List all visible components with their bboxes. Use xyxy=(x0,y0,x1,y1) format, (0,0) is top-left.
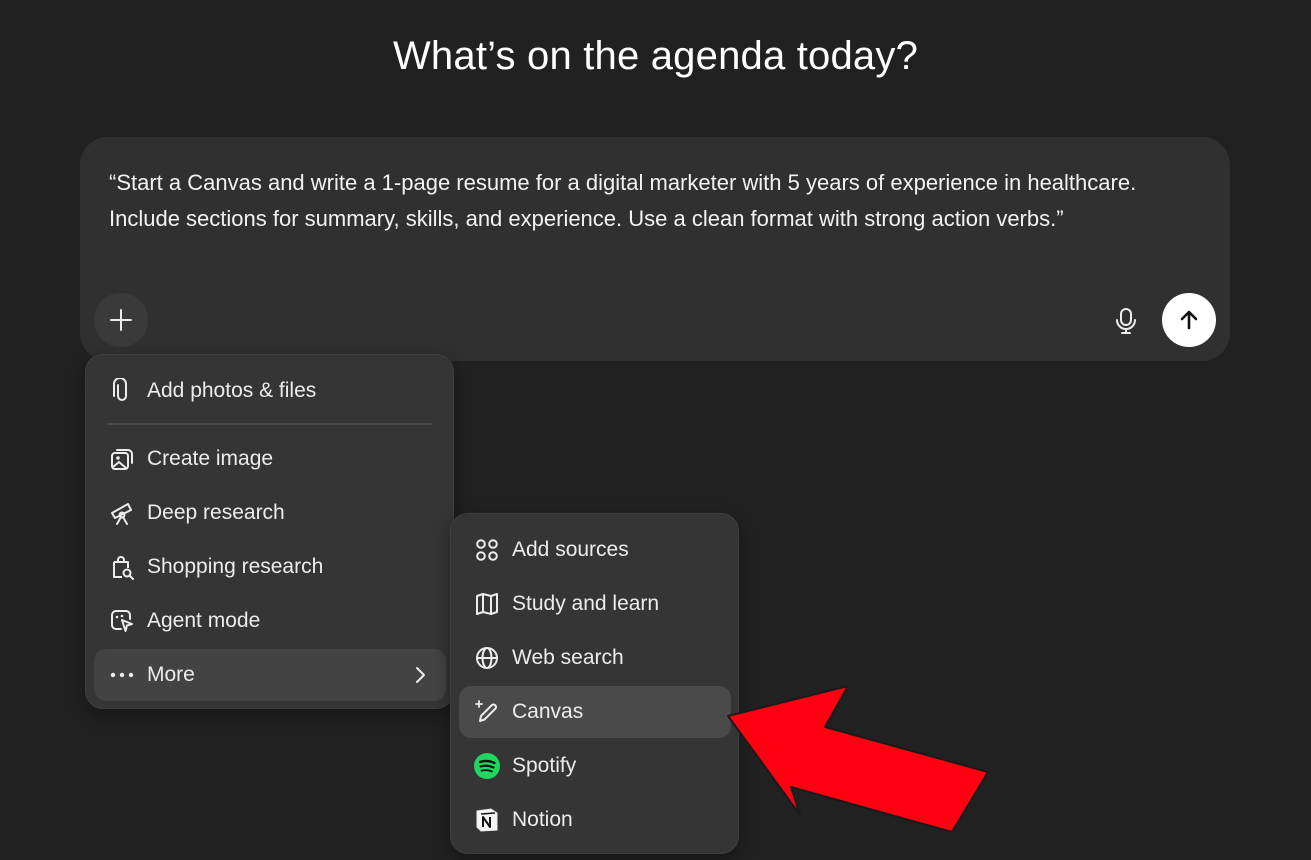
submenu-item-label: Web search xyxy=(512,646,624,669)
menu-item-label: Add photos & files xyxy=(147,379,317,402)
shopping-bag-icon xyxy=(108,553,136,581)
page-title: What’s on the agenda today? xyxy=(392,34,919,78)
menu-item-add-photos-files[interactable]: Add photos & files xyxy=(94,365,446,417)
chat-home: What’s on the agenda today? “Start a Can… xyxy=(0,0,1311,860)
menu-divider xyxy=(108,423,432,425)
submenu-item-canvas[interactable]: Canvas xyxy=(459,686,731,738)
menu-item-label: Deep research xyxy=(147,501,285,524)
more-submenu: Add sources Study and learn Web search C… xyxy=(450,513,739,854)
menu-item-shopping-research[interactable]: Shopping research xyxy=(94,541,446,593)
menu-item-deep-research[interactable]: Deep research xyxy=(94,487,446,539)
chat-composer[interactable]: “Start a Canvas and write a 1-page resum… xyxy=(80,137,1230,361)
submenu-item-label: Spotify xyxy=(512,754,577,777)
send-button[interactable] xyxy=(1162,293,1216,347)
notion-icon xyxy=(473,806,501,834)
book-icon xyxy=(473,590,501,618)
add-button[interactable] xyxy=(94,293,148,347)
menu-item-label: Create image xyxy=(147,447,274,470)
telescope-icon xyxy=(108,499,136,527)
submenu-item-label: Add sources xyxy=(512,538,629,561)
submenu-item-spotify[interactable]: Spotify xyxy=(459,740,731,792)
submenu-item-add-sources[interactable]: Add sources xyxy=(459,524,731,576)
submenu-item-label: Canvas xyxy=(512,700,584,723)
menu-item-label: Shopping research xyxy=(147,555,324,578)
menu-item-agent-mode[interactable]: Agent mode xyxy=(94,595,446,647)
menu-item-label: More xyxy=(147,663,195,686)
prompt-input[interactable]: “Start a Canvas and write a 1-page resum… xyxy=(109,165,1199,237)
arrow-up-icon xyxy=(1180,310,1198,330)
submenu-item-label: Study and learn xyxy=(512,592,660,615)
submenu-item-notion[interactable]: Notion xyxy=(459,794,731,846)
submenu-item-label: Notion xyxy=(512,808,573,831)
submenu-item-study-and-learn[interactable]: Study and learn xyxy=(459,578,731,630)
submenu-item-web-search[interactable]: Web search xyxy=(459,632,731,684)
paperclip-icon xyxy=(108,377,136,405)
dictate-button[interactable] xyxy=(1108,299,1144,343)
menu-item-create-image[interactable]: Create image xyxy=(94,433,446,485)
ellipsis-icon xyxy=(108,661,136,689)
plus-icon xyxy=(110,309,132,331)
chevron-right-icon xyxy=(416,667,425,683)
pencil-sparkle-icon xyxy=(473,698,501,726)
sources-icon xyxy=(473,536,501,564)
spotify-icon xyxy=(473,752,501,780)
microphone-icon xyxy=(1116,308,1136,334)
menu-item-label: Agent mode xyxy=(147,609,261,632)
tools-menu: Add photos & files Create image Deep res… xyxy=(85,354,454,709)
agent-cursor-icon xyxy=(108,607,136,635)
globe-icon xyxy=(473,644,501,672)
menu-item-more[interactable]: More xyxy=(94,649,446,701)
image-icon xyxy=(108,445,136,473)
